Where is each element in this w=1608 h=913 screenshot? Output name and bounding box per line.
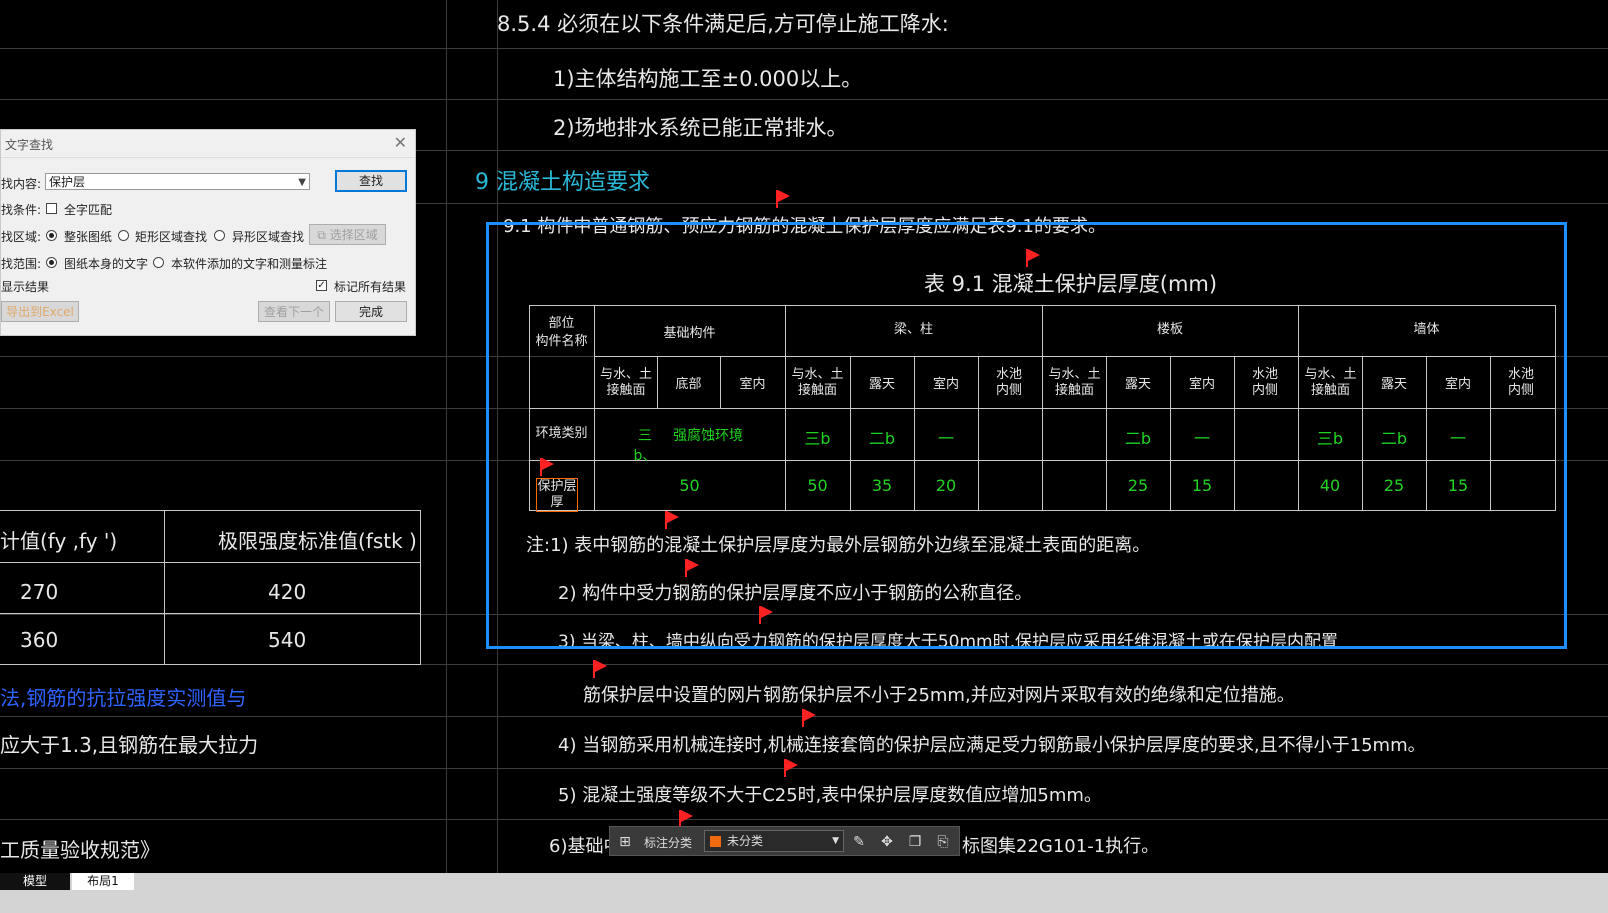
table-line [0,562,421,563]
chevron-down-icon[interactable]: ▼ [832,831,839,851]
move-icon[interactable]: ✥ [878,833,896,851]
scope-added-radio[interactable] [153,257,164,268]
table-line [0,510,421,511]
table-line [420,510,421,665]
left-text-ratio: 应大于1.3,且钢筋在最大拉力 [0,733,259,757]
label-search-area: 找区域: [1,230,42,244]
strength-header-design: 计值(fy ,fy ') [0,529,118,553]
layout-tab-bar: 模型 布局1 [0,873,1608,913]
strength-value: 540 [268,628,307,652]
category-value: 未分类 [727,834,764,848]
table-line [0,664,421,665]
label-search-scope: 找范围: [1,257,42,271]
area-irregular-radio[interactable] [214,230,225,241]
full-match-checkbox[interactable] [46,203,57,214]
scope-added-label: 本软件添加的文字和测量标注 [171,257,328,271]
selection-rectangle[interactable] [486,222,1567,649]
category-color-swatch [710,836,721,847]
left-text-spec: 工质量验收规范》 [0,838,160,862]
clause-8-5-4: 8.5.4 必须在以下条件满足后,方可停止施工降水: [497,12,949,36]
table-line [0,613,421,614]
mark-all-label: 标记所有结果 [334,280,407,294]
select-area-button[interactable]: ⧉ 选择区域 [309,224,386,245]
area-rect-label: 矩形区域查找 [135,230,208,244]
canvas-hline [0,48,1608,49]
area-whole-label: 整张图纸 [64,230,113,244]
find-button[interactable]: 查找 [335,170,407,192]
edit-icon[interactable]: ✎ [850,833,868,851]
show-results-label: 显示结果 [1,280,50,294]
dialog-divider [1,157,415,158]
label-search-content: 找内容: [1,177,42,191]
tab-model[interactable]: 模型 [0,873,70,890]
search-input-value: 保护层 [49,175,86,189]
strength-value: 420 [268,580,307,604]
area-whole-radio[interactable] [46,230,57,241]
grid-icon[interactable]: ⊞ [616,833,634,851]
annotation-category-select[interactable]: 未分类 ▼ [704,830,844,852]
chevron-down-icon[interactable]: ▼ [298,174,306,191]
annotation-toolbar: ⊞ 标注分类 未分类 ▼ ✎ ✥ ❐ ⎘ [609,826,960,856]
canvas-hline [0,99,1608,100]
export-excel-button[interactable]: 导出到Excel [1,301,79,322]
table-line [164,510,165,665]
select-area-label: 选择区域 [329,228,378,242]
find-next-button[interactable]: 查看下一个 [258,301,330,322]
result-flag-icon[interactable] [784,759,798,777]
dialog-title: 文字查找 [5,138,54,152]
area-irregular-label: 异形区域查找 [232,230,305,244]
strength-value: 270 [20,580,59,604]
done-button[interactable]: 完成 [335,301,407,322]
mark-all-checkbox[interactable]: ✓ [316,280,327,291]
section-9-title: 9 混凝土构造要求 [475,170,650,195]
result-flag-icon[interactable] [802,709,816,727]
note-5: 5) 混凝土强度等级不大于C25时,表中保护层厚度数值应增加5mm。 [558,785,1102,806]
text-find-dialog: 文字查找 ✕ 找内容: 保护层 ▼ 查找 找条件: 全字匹配 找区域: 整张图纸… [0,129,416,336]
search-input[interactable]: 保护层 ▼ [45,173,310,190]
select-area-icon: ⧉ [317,228,326,242]
note-6-end: 标图集22G101-1执行。 [962,836,1160,857]
paste-icon[interactable]: ⎘ [934,833,952,851]
scope-drawing-radio[interactable] [46,257,57,268]
full-match-label: 全字匹配 [64,203,113,217]
canvas-hline [0,819,1608,820]
canvas-vline [446,0,447,873]
strength-value: 360 [20,628,59,652]
strength-header-ultimate: 极限强度标准值(fstk ) [218,529,417,553]
close-icon[interactable]: ✕ [394,133,407,152]
note-3-continued: 筋保护层中设置的网片钢筋保护层不小于25mm,并应对网片采取有效的绝缘和定位措施… [583,685,1295,706]
result-flag-icon[interactable] [776,190,790,208]
copy-icon[interactable]: ❐ [906,833,924,851]
label-search-condition: 找条件: [1,203,42,217]
canvas-hline [0,768,1608,769]
result-flag-icon[interactable] [593,660,607,678]
area-rect-radio[interactable] [118,230,129,241]
tab-layout1[interactable]: 布局1 [72,873,134,890]
annotation-category-label: 标注分类 [644,836,693,850]
clause-8-5-4-item-1: 1)主体结构施工至±0.000以上。 [553,67,863,91]
left-blue-text: 法,钢筋的抗拉强度实测值与 [0,686,247,710]
scope-drawing-label: 图纸本身的文字 [64,257,149,271]
clause-8-5-4-item-2: 2)场地排水系统已能正常排水。 [553,116,848,140]
note-4: 4) 当钢筋采用机械连接时,机械连接套筒的保护层应满足受力钢筋最小保护层厚度的要… [558,735,1426,756]
